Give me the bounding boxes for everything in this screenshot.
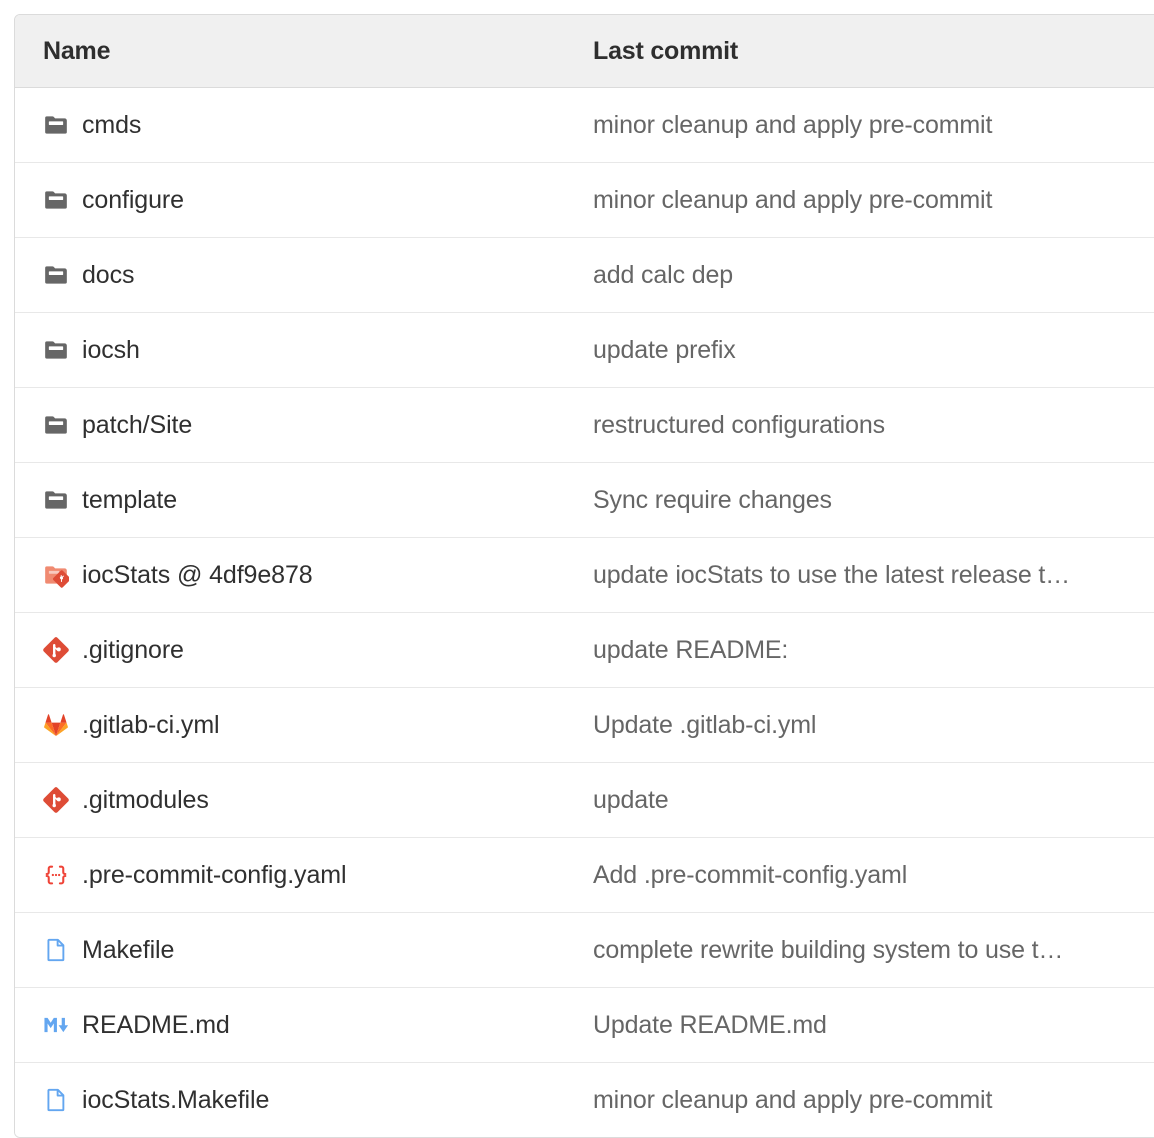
- last-commit-cell: minor cleanup and apply pre-commit: [590, 1086, 1154, 1115]
- last-commit-cell: add calc dep: [590, 261, 1154, 290]
- folder-icon: [43, 187, 69, 213]
- file-name-link[interactable]: Makefile: [82, 936, 174, 965]
- commit-message-link[interactable]: minor cleanup and apply pre-commit: [593, 111, 1151, 140]
- yaml-braces-icon: [43, 862, 69, 888]
- last-commit-cell: update README:: [590, 636, 1154, 665]
- commit-message-link[interactable]: minor cleanup and apply pre-commit: [593, 186, 1151, 215]
- file-name-link[interactable]: template: [82, 486, 177, 515]
- file-name-link[interactable]: .gitignore: [82, 636, 184, 665]
- file-name-link[interactable]: .pre-commit-config.yaml: [82, 861, 346, 890]
- commit-message-link[interactable]: add calc dep: [593, 261, 1151, 290]
- commit-message-link[interactable]: Update .gitlab-ci.yml: [593, 711, 1151, 740]
- file-name-cell: iocsh: [15, 336, 590, 365]
- file-name-link[interactable]: .gitlab-ci.yml: [82, 711, 220, 740]
- last-commit-cell: Sync require changes: [590, 486, 1154, 515]
- markdown-icon: [43, 1012, 69, 1038]
- file-name-cell: template: [15, 486, 590, 515]
- file-icon: [43, 1087, 69, 1113]
- file-name-cell: configure: [15, 186, 590, 215]
- file-name-link[interactable]: .gitmodules: [82, 786, 209, 815]
- table-row[interactable]: configure minor cleanup and apply pre-com…: [15, 163, 1154, 238]
- file-name-link[interactable]: patch/Site: [82, 411, 192, 440]
- last-commit-cell: Update README.md: [590, 1011, 1154, 1040]
- last-commit-cell: Update .gitlab-ci.yml: [590, 711, 1154, 740]
- table-row[interactable]: .gitignore update README:: [15, 613, 1154, 688]
- table-row[interactable]: .pre-commit-config.yaml Add .pre-commit-c…: [15, 838, 1154, 913]
- last-commit-cell: Add .pre-commit-config.yaml: [590, 861, 1154, 890]
- folder-icon: [43, 112, 69, 138]
- table-row[interactable]: patch/Site restructured configurations: [15, 388, 1154, 463]
- table-row[interactable]: iocStats.Makefile minor cleanup and apply…: [15, 1063, 1154, 1137]
- table-row[interactable]: README.md Update README.md: [15, 988, 1154, 1063]
- commit-message-link[interactable]: Add .pre-commit-config.yaml: [593, 861, 1151, 890]
- file-name-cell: .gitignore: [15, 636, 590, 665]
- last-commit-cell: update: [590, 786, 1154, 815]
- table-row[interactable]: .gitmodules update: [15, 763, 1154, 838]
- commit-message-link[interactable]: update: [593, 786, 1151, 815]
- commit-message-link[interactable]: minor cleanup and apply pre-commit: [593, 1086, 1151, 1115]
- folder-icon: [43, 337, 69, 363]
- file-name-cell: .gitlab-ci.yml: [15, 711, 590, 740]
- last-commit-cell: restructured configurations: [590, 411, 1154, 440]
- table-row[interactable]: iocStats @ 4df9e878 update iocStats to us…: [15, 538, 1154, 613]
- file-name-link[interactable]: docs: [82, 261, 134, 290]
- repository-file-tree: Name Last commit cmds minor cleanup and a…: [14, 14, 1154, 1138]
- table-row[interactable]: .gitlab-ci.yml Update .gitlab-ci.yml: [15, 688, 1154, 763]
- commit-message-link[interactable]: update prefix: [593, 336, 1151, 365]
- last-commit-cell: minor cleanup and apply pre-commit: [590, 111, 1154, 140]
- table-row[interactable]: Makefile complete rewrite building system…: [15, 913, 1154, 988]
- git-icon: [43, 787, 69, 813]
- file-name-link[interactable]: iocStats @ 4df9e878: [82, 561, 313, 590]
- last-commit-cell: complete rewrite building system to use …: [590, 936, 1154, 965]
- commit-message-link[interactable]: restructured configurations: [593, 411, 1151, 440]
- file-name-cell: Makefile: [15, 936, 590, 965]
- commit-message-link[interactable]: Sync require changes: [593, 486, 1151, 515]
- file-tree-header-row: Name Last commit: [15, 15, 1154, 88]
- commit-message-link[interactable]: complete rewrite building system to use …: [593, 936, 1151, 965]
- submodule-folder-icon: [43, 562, 69, 588]
- column-header-last-commit: Last commit: [590, 37, 1154, 66]
- file-name-link[interactable]: iocStats.Makefile: [82, 1086, 269, 1115]
- folder-icon: [43, 412, 69, 438]
- file-name-cell: docs: [15, 261, 590, 290]
- column-header-name: Name: [15, 37, 590, 66]
- git-icon: [43, 637, 69, 663]
- last-commit-cell: update prefix: [590, 336, 1154, 365]
- table-row[interactable]: template Sync require changes: [15, 463, 1154, 538]
- file-name-cell: .gitmodules: [15, 786, 590, 815]
- file-name-cell: .pre-commit-config.yaml: [15, 861, 590, 890]
- table-row[interactable]: docs add calc dep: [15, 238, 1154, 313]
- commit-message-link[interactable]: update README:: [593, 636, 1151, 665]
- gitlab-icon: [43, 712, 69, 738]
- table-row[interactable]: iocsh update prefix: [15, 313, 1154, 388]
- file-name-cell: README.md: [15, 1011, 590, 1040]
- file-name-cell: iocStats.Makefile: [15, 1086, 590, 1115]
- file-name-cell: cmds: [15, 111, 590, 140]
- file-name-link[interactable]: iocsh: [82, 336, 140, 365]
- file-name-link[interactable]: README.md: [82, 1011, 230, 1040]
- folder-icon: [43, 487, 69, 513]
- commit-message-link[interactable]: update iocStats to use the latest releas…: [593, 561, 1151, 590]
- file-name-link[interactable]: cmds: [82, 111, 141, 140]
- commit-message-link[interactable]: Update README.md: [593, 1011, 1151, 1040]
- table-row[interactable]: cmds minor cleanup and apply pre-commit: [15, 88, 1154, 163]
- file-icon: [43, 937, 69, 963]
- folder-icon: [43, 262, 69, 288]
- file-name-cell: iocStats @ 4df9e878: [15, 561, 590, 590]
- file-name-cell: patch/Site: [15, 411, 590, 440]
- last-commit-cell: minor cleanup and apply pre-commit: [590, 186, 1154, 215]
- file-tree-body: cmdsminor cleanup and apply pre-commitco…: [15, 88, 1154, 1137]
- last-commit-cell: update iocStats to use the latest releas…: [590, 561, 1154, 590]
- file-name-link[interactable]: configure: [82, 186, 184, 215]
